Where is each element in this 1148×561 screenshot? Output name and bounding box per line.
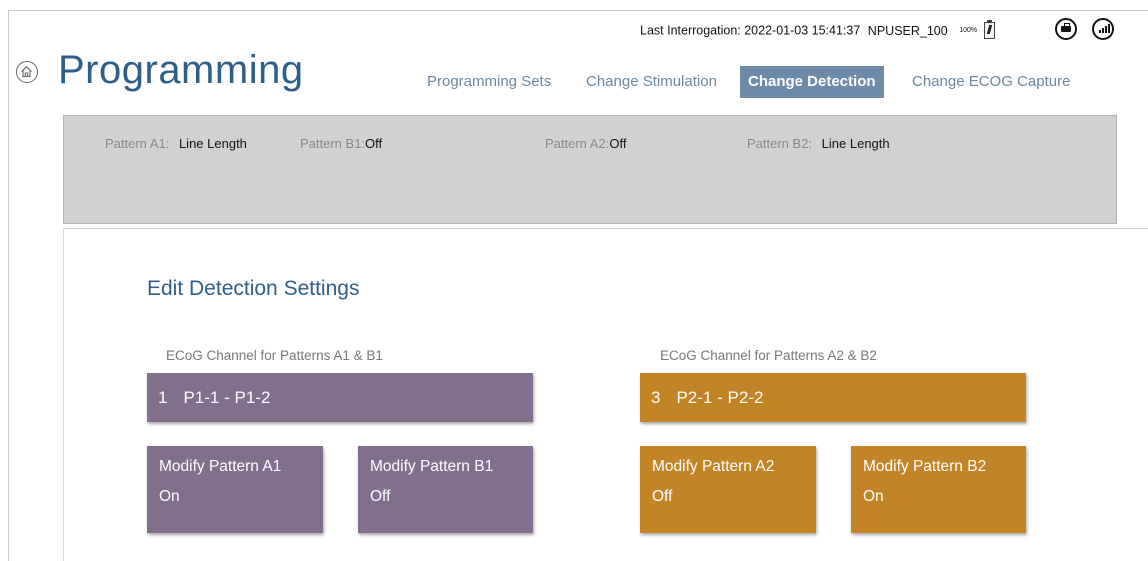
modify-pattern-b1-button[interactable]: Modify Pattern B1 Off — [358, 446, 533, 533]
pattern-summary-panel: Pattern A1: Line Length Pattern B1:Off P… — [63, 115, 1117, 224]
summary-pattern-a1: Pattern A1: Line Length — [105, 136, 247, 151]
tile-status: Off — [370, 488, 391, 505]
tab-programming-sets[interactable]: Programming Sets — [427, 66, 551, 98]
tab-change-detection[interactable]: Change Detection — [740, 66, 884, 98]
battery-icon — [983, 20, 995, 39]
channel-number: 3 — [651, 388, 661, 407]
window-frame-top — [8, 10, 1148, 11]
channel-label-a1-b1: ECoG Channel for Patterns A1 & B1 — [166, 348, 383, 363]
tile-label: Modify Pattern B1 — [370, 458, 494, 475]
tab-change-stimulation[interactable]: Change Stimulation — [586, 66, 717, 98]
content-border — [63, 228, 64, 561]
content-divider — [63, 228, 1148, 229]
channel-selector-a1-b1[interactable]: 1 P1-1 - P1-2 — [147, 373, 533, 422]
tile-status: Off — [652, 488, 673, 505]
channel-name: P2-1 - P2-2 — [676, 388, 764, 407]
summary-value: Off — [609, 136, 627, 151]
status-bar: Last Interrogation: 2022-01-03 15:41:37 … — [640, 20, 995, 39]
summary-value: Line Length — [178, 136, 247, 151]
summary-pattern-a2: Pattern A2:Off — [545, 136, 626, 151]
summary-value: Line Length — [821, 136, 890, 151]
modify-pattern-a2-button[interactable]: Modify Pattern A2 Off — [640, 446, 816, 533]
summary-value: Off — [365, 136, 383, 151]
user-name: NPUSER_100 — [867, 23, 948, 38]
tile-label: Modify Pattern A2 — [652, 458, 775, 475]
summary-label: Pattern A2: — [545, 136, 610, 151]
tab-change-ecog-capture[interactable]: Change ECOG Capture — [912, 66, 1070, 98]
tile-status: On — [159, 488, 180, 505]
nav-tabs: Programming Sets Change Stimulation Chan… — [0, 66, 1148, 98]
summary-pattern-b2: Pattern B2: Line Length — [747, 136, 890, 151]
section-title: Edit Detection Settings — [147, 277, 360, 300]
channel-name: P1-1 - P1-2 — [183, 388, 271, 407]
tile-label: Modify Pattern A1 — [159, 458, 282, 475]
channel-number: 1 — [158, 388, 168, 407]
modify-pattern-a1-button[interactable]: Modify Pattern A1 On — [147, 446, 323, 533]
channel-label-a2-b2: ECoG Channel for Patterns A2 & B2 — [660, 348, 877, 363]
summary-pattern-b1: Pattern B1:Off — [300, 136, 382, 151]
channel-selector-a2-b2[interactable]: 3 P2-1 - P2-2 — [640, 373, 1026, 422]
summary-label: Pattern B2: — [747, 136, 813, 151]
modify-pattern-b2-button[interactable]: Modify Pattern B2 On — [851, 446, 1026, 533]
signal-icon[interactable] — [1092, 18, 1114, 40]
summary-label: Pattern B1: — [300, 136, 366, 151]
summary-label: Pattern A1: — [105, 136, 170, 151]
toolbox-icon[interactable] — [1055, 18, 1077, 40]
battery-percent: 100% — [959, 27, 978, 34]
last-interrogation-text: Last Interrogation: 2022-01-03 15:41:37 — [640, 23, 861, 38]
tile-status: On — [863, 488, 884, 505]
tile-label: Modify Pattern B2 — [863, 458, 987, 475]
